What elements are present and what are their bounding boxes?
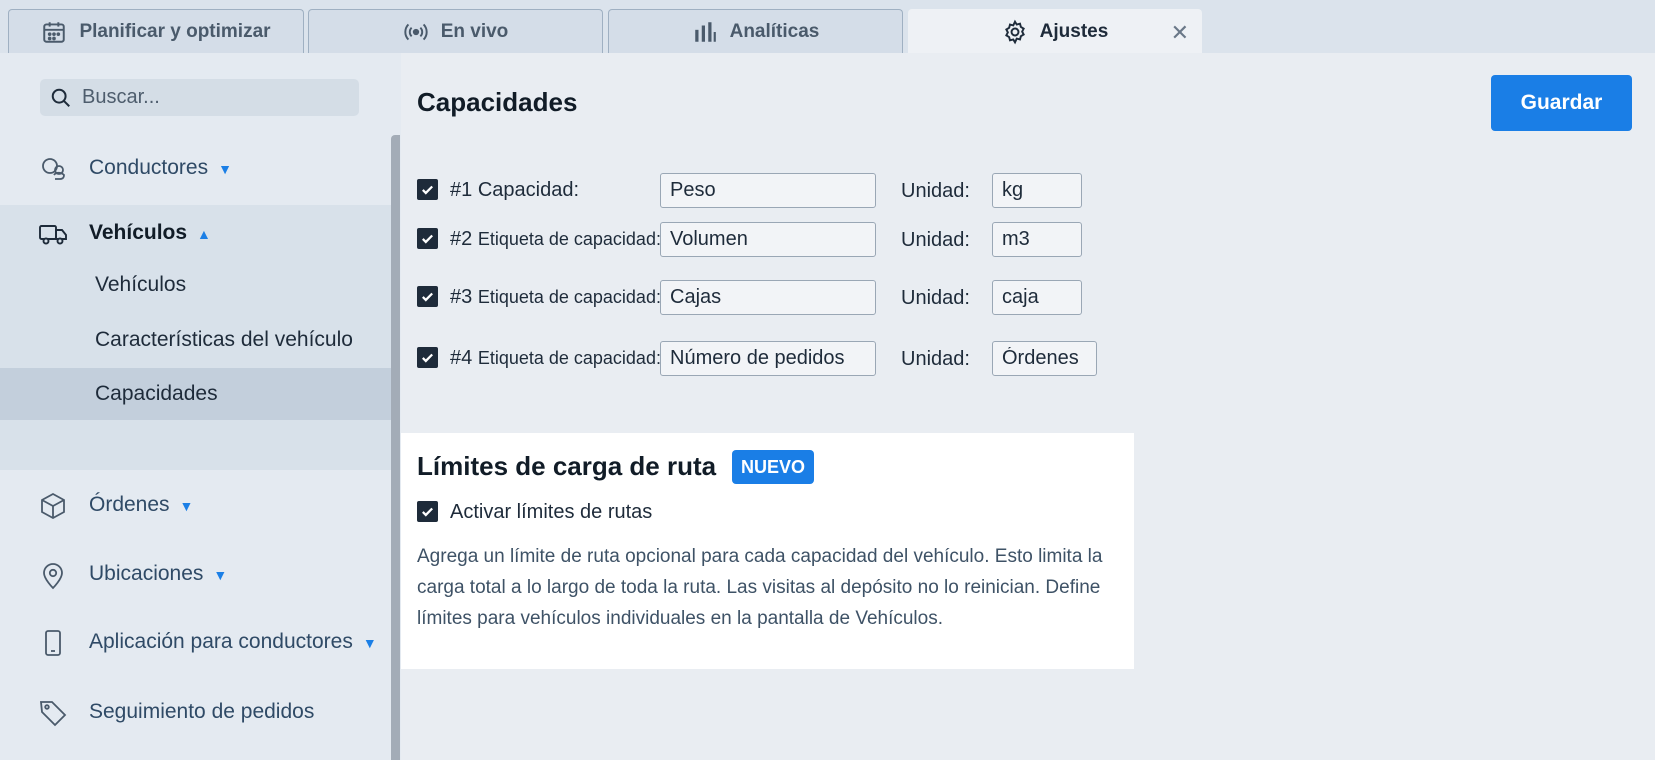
unit-label: Unidad: [901, 180, 970, 202]
tab-label: Ajustes [1039, 20, 1109, 42]
tab-ajustes[interactable]: Ajustes ✕ [908, 9, 1202, 53]
route-limits-checkbox-label: Activar límites de rutas [450, 501, 653, 523]
capacity-checkbox[interactable] [417, 179, 438, 200]
sidebar: Conductores ▼ Vehículos ▲ Vehículos Caract… [0, 53, 401, 760]
capacity-label-text: Etiqueta de capacidad: [477, 287, 661, 307]
tab-analiticas[interactable]: Analíticas [608, 9, 903, 53]
capacity-label-text: Etiqueta de capacidad: [477, 229, 661, 249]
capacity-row: #3 Etiqueta de capacidad: Unidad: [417, 280, 1117, 316]
capacity-checkbox[interactable] [417, 286, 438, 307]
unit-input[interactable] [992, 280, 1082, 315]
chevron-down-icon: ▼ [218, 161, 232, 177]
sidebar-item-label: Seguimiento de pedidos [89, 700, 315, 723]
sidebar-item-label: Ubicaciones [89, 562, 204, 585]
capacity-name-input[interactable] [660, 173, 876, 208]
save-button[interactable]: Guardar [1491, 75, 1632, 131]
phone-icon [45, 630, 61, 656]
capacity-number: #2 [450, 228, 473, 250]
capacity-name-input[interactable] [660, 280, 876, 315]
capacity-name-input[interactable] [660, 222, 876, 257]
capacity-label: #3 Etiqueta de capacidad: [450, 286, 661, 309]
unit-label: Unidad: [901, 229, 970, 251]
capacity-checkbox[interactable] [417, 228, 438, 249]
bar-chart-icon [694, 21, 716, 42]
capacity-label: #1 Capacidad: [450, 179, 579, 202]
subitem-label: Capacidades [95, 382, 218, 405]
sidebar-item-label: Órdenes [89, 493, 170, 516]
capacity-number: #1 [450, 179, 473, 201]
subitem-vehiculos[interactable]: Vehículos [0, 259, 391, 311]
unit-label: Unidad: [901, 348, 970, 370]
sidebar-item-conductores[interactable]: Conductores ▼ [0, 140, 391, 196]
chevron-down-icon: ▼ [362, 635, 377, 651]
capacity-name-input[interactable] [660, 341, 876, 376]
search-icon [51, 88, 70, 107]
sidebar-scrollbar[interactable] [391, 135, 400, 760]
unit-input[interactable] [992, 222, 1082, 257]
unit-input[interactable] [992, 173, 1082, 208]
tab-label: Analíticas [729, 20, 820, 42]
sidebar-item-label: Vehículos [89, 221, 188, 244]
calendar-icon [43, 21, 66, 43]
search-box[interactable] [40, 79, 359, 116]
sidebar-item-ordenes[interactable]: Órdenes ▼ [0, 477, 391, 533]
capacity-checkbox[interactable] [417, 347, 438, 368]
checkmark-icon [422, 234, 433, 244]
gear-icon [1004, 19, 1025, 44]
sidebar-item-label: Conductores [89, 156, 209, 179]
capacity-label-text: Capacidad: [477, 179, 579, 201]
page-title: Capacidades [417, 87, 578, 117]
capacity-row: #1 Capacidad: Unidad: [417, 173, 1117, 209]
subitem-caracteristicas[interactable]: Características del vehículo [0, 314, 391, 366]
tab-label: Planificar y optimizar [79, 20, 271, 42]
capacity-label: #2 Etiqueta de capacidad: [450, 228, 661, 251]
capacity-number: #4 [450, 347, 473, 369]
capacity-row: #4 Etiqueta de capacidad: Unidad: [417, 341, 1117, 377]
tag-icon [40, 701, 67, 727]
users-icon [42, 158, 65, 180]
checkmark-icon [422, 292, 433, 302]
route-limits-title: Límites de carga de ruta [417, 451, 717, 481]
location-pin-icon [43, 563, 63, 590]
checkmark-icon [422, 507, 433, 517]
checkmark-icon [422, 185, 433, 195]
capacity-label-text: Etiqueta de capacidad: [477, 348, 661, 368]
tab-bar: Planificar y optimizar En vivo Analítica… [0, 0, 1655, 53]
tab-label: En vivo [440, 20, 509, 42]
tab-planificar[interactable]: Planificar y optimizar [8, 9, 304, 53]
subitem-label: Vehículos [95, 273, 187, 296]
unit-input[interactable] [992, 341, 1097, 376]
checkmark-icon [422, 353, 433, 363]
sidebar-item-vehiculos[interactable]: Vehículos ▲ [0, 205, 391, 261]
route-limits-description: Agrega un límite de ruta opcional para c… [417, 546, 1103, 629]
sidebar-item-aplicacion[interactable]: Aplicación para conductores ▼ [0, 614, 391, 670]
chevron-down-icon: ▼ [179, 498, 194, 514]
chevron-down-icon: ▼ [213, 567, 228, 583]
unit-label: Unidad: [901, 287, 970, 309]
subitem-label: Características del vehículo [95, 328, 353, 351]
capacity-row: #2 Etiqueta de capacidad: Unidad: [417, 222, 1117, 258]
chevron-up-icon: ▲ [197, 226, 211, 242]
broadcast-icon [404, 23, 428, 40]
new-badge: NUEVO [732, 450, 815, 484]
tab-en-vivo[interactable]: En vivo [308, 9, 603, 53]
subitem-capacidades[interactable]: Capacidades [0, 368, 391, 420]
truck-icon [39, 225, 67, 245]
main-content: Capacidades Guardar #1 Capacidad: Unidad… [401, 53, 1655, 760]
route-limits-checkbox[interactable] [417, 501, 438, 522]
capacity-number: #3 [450, 286, 473, 308]
route-limits-panel: Límites de carga de ruta NUEVO Activar l… [401, 433, 1134, 669]
box-icon [41, 492, 65, 520]
sidebar-item-ubicaciones[interactable]: Ubicaciones ▼ [0, 546, 391, 602]
capacity-label: #4 Etiqueta de capacidad: [450, 347, 661, 370]
sidebar-item-label: Aplicación para conductores [89, 630, 353, 653]
sidebar-item-seguimiento[interactable]: Seguimiento de pedidos [0, 684, 391, 740]
search-input[interactable] [80, 85, 344, 110]
close-icon[interactable]: ✕ [1171, 20, 1189, 46]
